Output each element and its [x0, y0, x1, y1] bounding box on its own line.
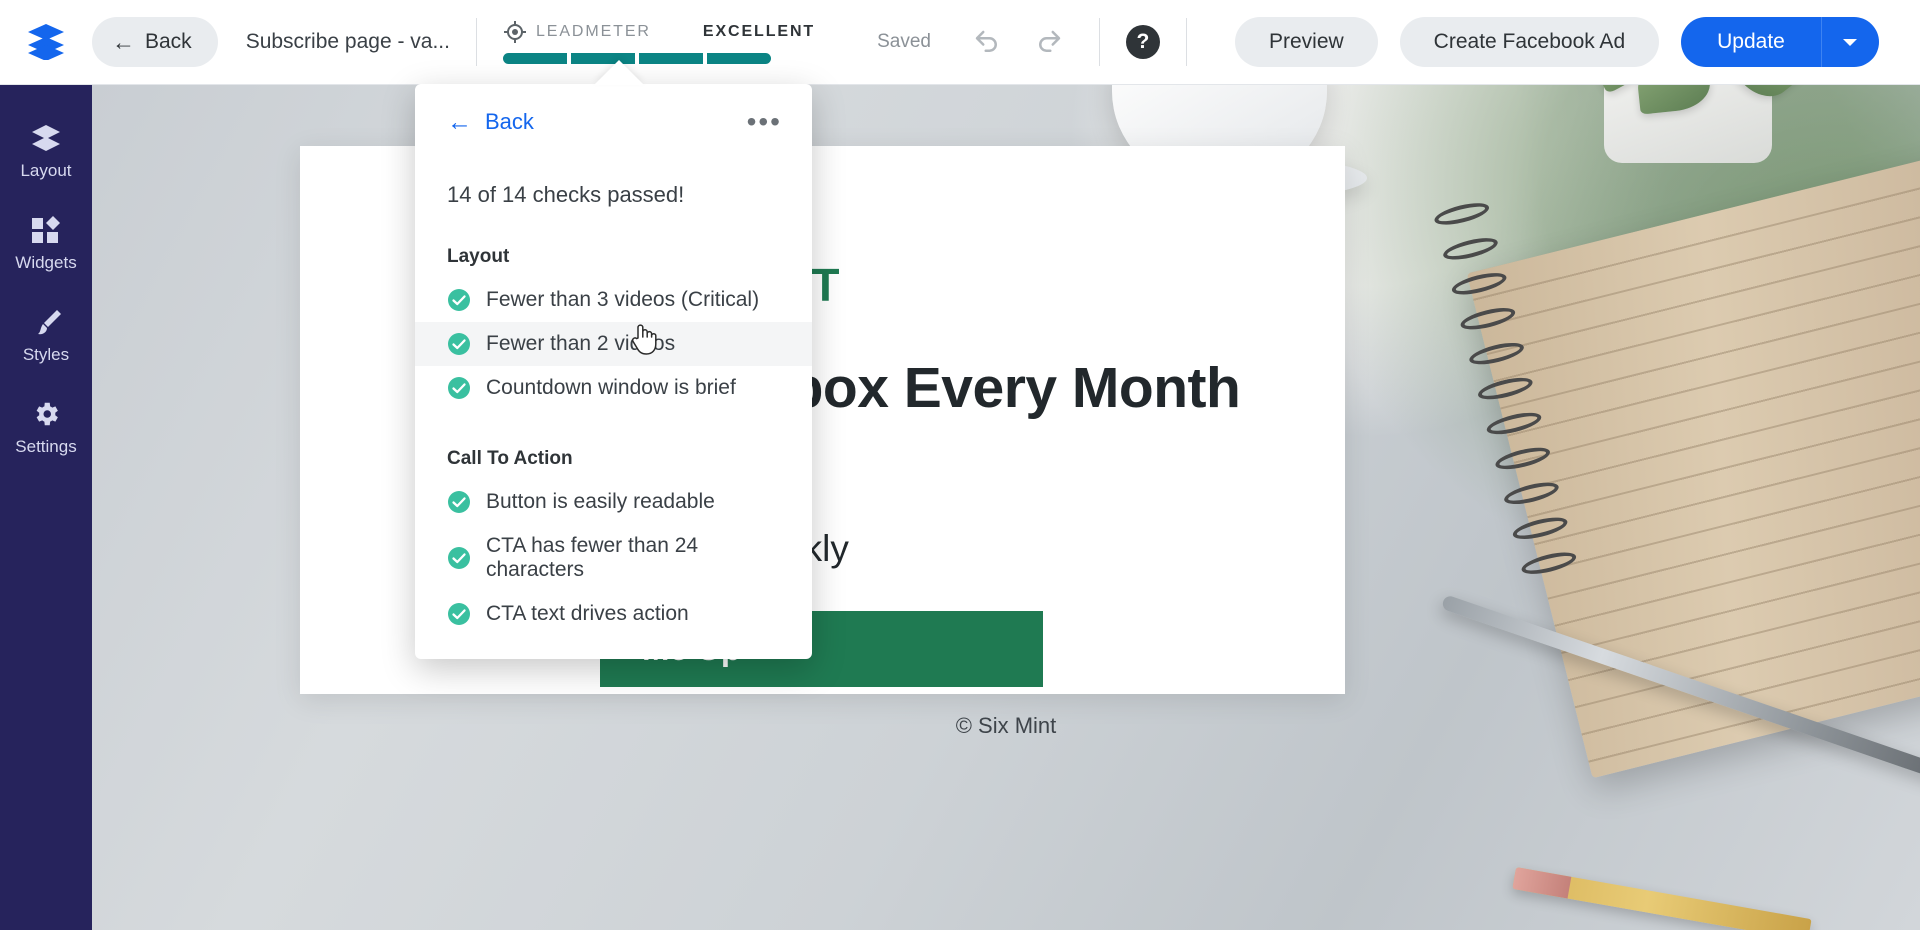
popup-section-title: Call To Action [447, 448, 573, 469]
check-circle-icon [448, 377, 470, 399]
check-row[interactable]: Countdown window is brief [415, 366, 812, 410]
sidebar-item-widgets[interactable]: Widgets [0, 199, 92, 291]
update-dropdown-button[interactable] [1820, 17, 1879, 67]
popup-back-label: Back [485, 109, 534, 134]
leadmeter-segment [706, 53, 771, 64]
page-canvas: SIX MINT Your Inbox Every Month ter than… [92, 85, 1920, 930]
sidebar-item-layout[interactable]: Layout [0, 107, 92, 199]
leadmeter-segment [638, 53, 703, 64]
sidebar-item-widgets-label: Widgets [15, 253, 77, 272]
check-label: CTA text drives action [486, 602, 689, 625]
document-title[interactable]: Subscribe page - va... [246, 30, 450, 54]
preview-button[interactable]: Preview [1234, 17, 1378, 67]
check-label: Fewer than 3 videos (Critical) [486, 288, 760, 311]
gear-icon [36, 402, 58, 426]
page-footer-copyright: © Six Mint [955, 713, 1057, 738]
back-button-label: Back [145, 30, 192, 53]
leadmeter-bar [502, 53, 815, 64]
popup-pointer-arrow [594, 60, 644, 85]
toolbar-divider-1 [475, 18, 477, 66]
back-arrow-icon: ← [112, 28, 135, 55]
check-row[interactable]: Fewer than 3 videos (Critical) [415, 278, 812, 322]
brush-icon [38, 310, 61, 335]
check-label: Fewer than 2 videos [486, 332, 676, 355]
app-root: ← Back Subscribe page - va... LEADMETER … [0, 0, 1920, 930]
chevron-down-icon [1843, 39, 1858, 46]
sidebar-item-layout-label: Layout [20, 161, 72, 180]
leadmeter-score: EXCELLENT [702, 23, 816, 40]
leadmeter-label: LEADMETER [535, 23, 651, 40]
redo-icon [1038, 30, 1061, 52]
check-circle-icon [448, 547, 470, 569]
popup-back-button[interactable]: ← Back [447, 109, 534, 135]
leadmeter-popup: ← Back ••• 14 of 14 checks passed! Layou… [415, 84, 812, 659]
sidebar-item-settings-label: Settings [15, 437, 77, 456]
check-circle-icon [448, 491, 470, 513]
widgets-icon [32, 216, 60, 243]
layers-icon [32, 125, 60, 151]
leadmeter-header: LEADMETER EXCELLENT [503, 20, 815, 44]
top-toolbar: ← Back Subscribe page - va... LEADMETER … [0, 0, 1920, 85]
layers-logo-icon [28, 24, 64, 60]
check-row[interactable]: Fewer than 2 videos [415, 322, 812, 366]
undo-button[interactable] [963, 18, 1011, 66]
toolbar-divider-3 [1185, 18, 1187, 66]
check-label: Countdown window is brief [486, 376, 736, 399]
popup-section-title: Readability [415, 636, 812, 659]
check-circle-icon [448, 603, 470, 625]
check-circle-icon [448, 289, 470, 311]
saved-status: Saved [877, 31, 931, 52]
leadmeter-segment [502, 53, 567, 64]
leadmeter: LEADMETER EXCELLENT [502, 20, 815, 64]
create-facebook-ad-button[interactable]: Create Facebook Ad [1399, 17, 1660, 67]
back-button[interactable]: ← Back [92, 17, 218, 67]
update-button-group: Update [1681, 17, 1879, 67]
help-button[interactable]: ? [1125, 25, 1160, 59]
popup-section-title: Layout [447, 246, 510, 267]
check-row[interactable]: CTA has fewer than 24 characters [415, 524, 812, 592]
popup-checks-list: Layout Fewer than 3 videos (Critical) Fe… [415, 208, 812, 659]
sidebar-item-settings[interactable]: Settings [0, 383, 92, 475]
check-label: Button is easily readable [486, 490, 715, 513]
target-icon [503, 21, 526, 43]
check-row[interactable]: CTA text drives action [415, 592, 812, 636]
redo-button[interactable] [1025, 18, 1073, 66]
left-sidebar: Layout Widgets Styles Settings [0, 85, 92, 930]
undo-icon [975, 30, 997, 52]
toolbar-divider-2 [1098, 18, 1100, 66]
check-label: CTA has fewer than 24 characters [486, 534, 699, 581]
popup-back-arrow-icon: ← [447, 107, 472, 136]
sidebar-item-styles-label: Styles [22, 345, 70, 364]
check-row[interactable]: Button is easily readable [415, 480, 812, 524]
popup-header: ← Back ••• [415, 84, 812, 144]
sidebar-item-styles[interactable]: Styles [0, 291, 92, 383]
popup-more-options-button[interactable]: ••• [747, 108, 782, 136]
check-circle-icon [448, 333, 470, 355]
popup-summary-text: 14 of 14 checks passed! [447, 182, 685, 207]
app-logo[interactable] [0, 0, 92, 85]
update-button[interactable]: Update [1681, 17, 1821, 67]
